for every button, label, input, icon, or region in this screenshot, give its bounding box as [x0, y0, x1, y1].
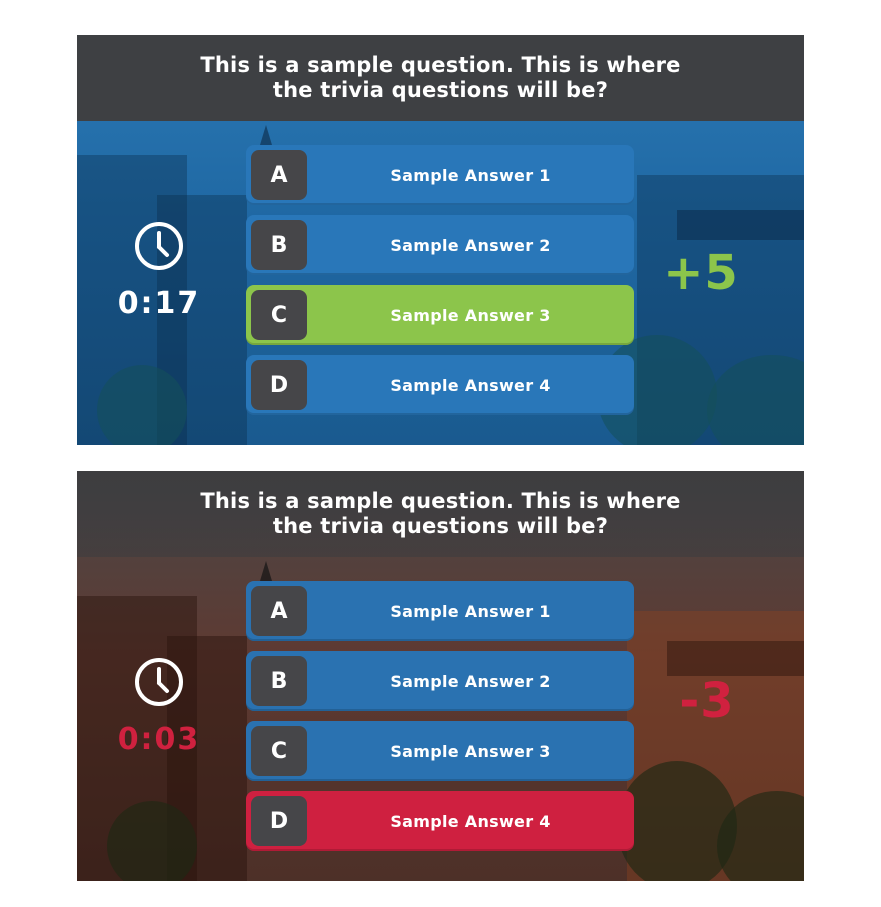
answer-option-c[interactable]: C Sample Answer 3	[246, 721, 634, 781]
answer-label: Sample Answer 3	[390, 741, 551, 761]
answer-option-a[interactable]: A Sample Answer 1	[246, 145, 634, 205]
timer-value: 0:03	[117, 722, 201, 757]
question-bar: This is a sample question. This is where…	[77, 471, 804, 557]
background-building	[667, 641, 804, 676]
timer-value: 0:17	[117, 286, 201, 321]
background-tree	[107, 801, 197, 881]
answer-option-d[interactable]: D Sample Answer 4	[246, 791, 634, 851]
score-change: +5	[663, 245, 739, 301]
answer-letter: D	[251, 796, 307, 846]
answer-option-a[interactable]: A Sample Answer 1	[246, 581, 634, 641]
answer-option-c[interactable]: C Sample Answer 3	[246, 285, 634, 345]
answer-label: Sample Answer 2	[390, 235, 551, 255]
background-tree	[97, 365, 187, 445]
answer-letter: C	[251, 726, 307, 776]
answer-list: A Sample Answer 1 B Sample Answer 2 C Sa…	[246, 145, 634, 425]
clock-icon	[135, 222, 183, 270]
question-text: This is a sample question. This is where…	[200, 53, 681, 102]
answer-option-b[interactable]: B Sample Answer 2	[246, 651, 634, 711]
answer-label: Sample Answer 4	[390, 375, 551, 395]
answer-option-b[interactable]: B Sample Answer 2	[246, 215, 634, 275]
timer: 0:17	[99, 220, 219, 321]
question-text: This is a sample question. This is where…	[200, 489, 681, 538]
question-bar: This is a sample question. This is where…	[77, 35, 804, 121]
answer-letter: C	[251, 290, 307, 340]
answer-label: Sample Answer 1	[390, 165, 551, 185]
trivia-panel-wrong: This is a sample question. This is where…	[77, 471, 804, 881]
answer-letter: A	[251, 586, 307, 636]
answer-label: Sample Answer 2	[390, 671, 551, 691]
answer-list: A Sample Answer 1 B Sample Answer 2 C Sa…	[246, 581, 634, 861]
answer-letter: B	[251, 656, 307, 706]
answer-label: Sample Answer 3	[390, 305, 551, 325]
answer-letter: D	[251, 360, 307, 410]
answer-label: Sample Answer 1	[390, 601, 551, 621]
clock-icon	[135, 658, 183, 706]
answer-label: Sample Answer 4	[390, 811, 551, 831]
answer-letter: A	[251, 150, 307, 200]
timer: 0:03	[99, 656, 219, 757]
score-change: -3	[679, 673, 735, 729]
trivia-panel-correct: This is a sample question. This is where…	[77, 35, 804, 445]
answer-letter: B	[251, 220, 307, 270]
answer-option-d[interactable]: D Sample Answer 4	[246, 355, 634, 415]
background-building	[677, 210, 804, 240]
